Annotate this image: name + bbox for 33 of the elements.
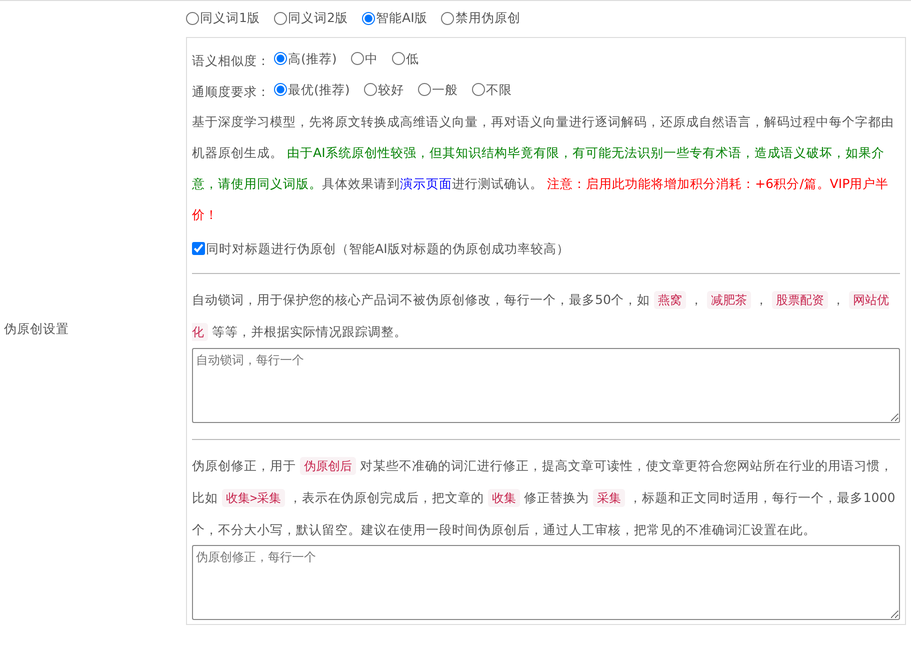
section-label: 伪原创设置 (4, 320, 69, 338)
title-checkbox[interactable] (192, 242, 205, 255)
option-label: 同义词2版 (288, 9, 348, 27)
description-text: 基于深度学习模型，先将原文转换成高维语义向量，再对语义向量进行逐词解码，还原成自然语言，解码过程中每个字都由机器原创生成。 由于AI系统原创性较强，但其知识结构毕竟有限，有可能无法识别一些专有术语，造成语义破坏，如果介意，请使用同义词版。具体效果请到演示页面进行测试确认。 注意：启用此功能将增加积分消耗：+6积分/篇。VIP用户半价！ (192, 112, 895, 224)
demo-link[interactable]: 演示页面 (400, 176, 452, 191)
radio-button[interactable] (274, 82, 287, 96)
setting-label: 通顺度要求： (192, 84, 270, 99)
radio-button[interactable] (364, 82, 377, 96)
option-label: 低 (406, 50, 419, 68)
lock-words-field[interactable]: 自动锁词，每行一个 (192, 348, 900, 423)
setting-label: 语义相似度： (192, 52, 270, 68)
option-label: 同时对标题进行伪原创（智能AI版对标题的伪原创成功率较高） (206, 240, 570, 258)
option-label: 高(推荐) (288, 50, 337, 68)
option-label: 较好 (378, 80, 404, 99)
radio-button[interactable] (362, 12, 376, 25)
radio-button[interactable] (441, 12, 454, 25)
option-label: 一般 (432, 80, 458, 99)
help-text: 伪原创修正，用于 伪原创后 对某些不准确的词汇进行修正，提高文章可读性，使文章更符合您网站所在行业的用语习惯，比如 收集>采集 ，表示在伪原创完成后，把文章的 收集 修正替换为 采集 ，标题和正文同时适用，每行一个，最多1000个，不分大小写，默认留空。建议在使用一段时间伪原创后，通过人工审核，把常见的不准确词汇设置在此。 (192, 456, 896, 539)
option-label: 禁用伪原创 (455, 9, 520, 27)
radio-button[interactable] (350, 52, 364, 65)
option-label: 不限 (486, 80, 512, 99)
correction-field[interactable]: 伪原创修正，每行一个 (192, 544, 900, 620)
radio-button[interactable] (274, 52, 287, 65)
option-label: 中 (364, 50, 378, 68)
radio-button[interactable] (472, 82, 485, 96)
radio-button[interactable] (274, 12, 288, 25)
radio-button[interactable] (392, 52, 405, 65)
option-label: 最优(推荐) (288, 80, 350, 99)
radio-button[interactable] (186, 12, 199, 25)
help-text: 自动锁词，用于保护您的核心产品词不被伪原创修改，每行一个，最多50个，如 燕窝 ， 减肥茶 ， 股票配资 ， 网站优化 等等，并根据实际情况跟踪调整。 (192, 290, 890, 343)
option-label: 智能AI版 (376, 9, 428, 27)
option-label: 同义词1版 (200, 9, 260, 27)
radio-button[interactable] (418, 82, 431, 96)
